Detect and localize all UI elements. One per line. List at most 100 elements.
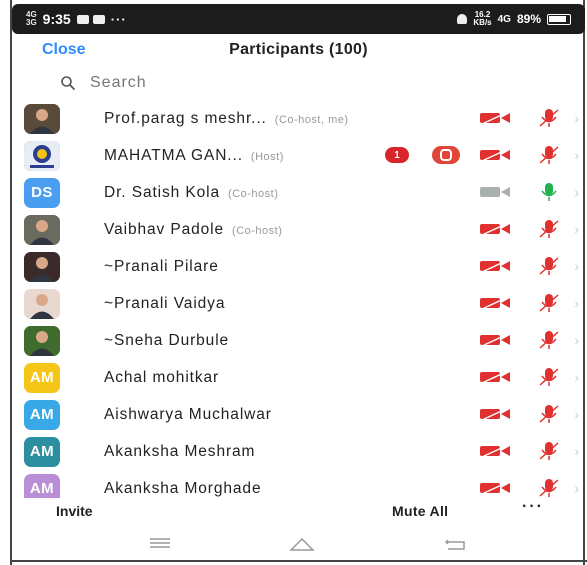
chevron-right-icon[interactable]: › [574, 258, 579, 274]
participant-name: Vaibhav Padole [104, 220, 225, 238]
participant-row[interactable]: AM Akanksha Morghade › [12, 470, 585, 498]
status-right: 16.2 KB/s 4G 89% [457, 11, 571, 27]
chevron-right-icon[interactable]: › [574, 221, 579, 237]
chevron-right-icon[interactable]: › [574, 332, 579, 348]
participant-list: Prof.parag s meshr... (Co-host, me) › MAHAT… [12, 100, 585, 498]
participant-row[interactable]: MAHATMA GAN... (Host) 1 › [12, 137, 585, 174]
video-off-icon [478, 295, 514, 316]
frame-edge [10, 560, 587, 562]
avatar: AM [24, 473, 60, 498]
chevron-right-icon[interactable]: › [574, 184, 579, 200]
status-bar: 4G 3G 9:35 ··· 16.2 KB/s 4G 89% [12, 4, 585, 34]
participant-row[interactable]: Prof.parag s meshr... (Co-host, me) › [12, 100, 585, 137]
chevron-right-icon[interactable]: › [574, 369, 579, 385]
mic-muted-icon[interactable] [536, 403, 562, 430]
participant-role: (Co-host) [232, 224, 283, 237]
profile-photo [24, 251, 60, 282]
message-icon [92, 14, 105, 24]
mic-muted-icon[interactable] [536, 218, 562, 245]
chevron-right-icon[interactable]: › [574, 110, 579, 126]
participant-name: Akanksha Morghade [104, 479, 262, 497]
participant-info: Dr. Satish Kola (Co-host) [104, 184, 455, 202]
battery-percent: 89% [516, 12, 541, 26]
avatar: AM [24, 436, 60, 467]
video-off-icon [478, 110, 514, 131]
participant-info: Vaibhav Padole (Co-host) [104, 221, 455, 239]
phone-screen: 4G 3G 9:35 ··· 16.2 KB/s 4G 89% Close Pa… [0, 0, 587, 565]
participant-name: Achal mohitkar [104, 368, 220, 386]
participant-row[interactable]: Vaibhav Padole (Co-host) › [12, 211, 585, 248]
search-icon [61, 76, 75, 90]
chevron-right-icon[interactable]: › [574, 295, 579, 311]
back-icon[interactable] [442, 536, 468, 557]
participant-row[interactable]: AM Akanksha Meshram › [12, 433, 585, 470]
participants-header: Close Participants (100) [12, 36, 585, 66]
clock: 9:35 [42, 11, 71, 27]
participant-row[interactable]: DS Dr. Satish Kola (Co-host) › [12, 174, 585, 211]
institution-logo [24, 140, 60, 171]
participant-role: (Co-host, me) [274, 113, 349, 126]
mic-muted-icon[interactable] [536, 440, 562, 467]
profile-photo [24, 288, 60, 319]
participant-row[interactable]: AM Aishwarya Muchalwar › [12, 396, 585, 433]
mic-muted-icon[interactable] [536, 255, 562, 282]
participant-info: ~Pranali Pilare [104, 258, 455, 276]
video-off-icon [478, 443, 514, 464]
participant-info: Aishwarya Muchalwar [104, 406, 455, 424]
mic-on-icon[interactable] [536, 181, 562, 208]
chevron-right-icon[interactable]: › [574, 480, 579, 496]
participant-info: Akanksha Morghade [104, 480, 455, 498]
invite-button[interactable]: Invite [56, 503, 93, 519]
avatar-initials: AM [29, 480, 55, 497]
video-off-icon [478, 221, 514, 242]
participant-row[interactable]: ~Pranali Vaidya › [12, 285, 585, 322]
avatar [24, 214, 60, 245]
menu-icon[interactable] [148, 536, 172, 555]
video-on-icon [478, 184, 514, 205]
avatar: AM [24, 399, 60, 430]
video-off-icon [478, 258, 514, 279]
avatar [24, 288, 60, 319]
avatar-initials: AM [29, 406, 55, 423]
mic-muted-icon[interactable] [536, 366, 562, 393]
search-input[interactable] [90, 74, 490, 92]
video-off-icon [478, 332, 514, 353]
participant-row[interactable]: ~Pranali Pilare › [12, 248, 585, 285]
avatar [24, 251, 60, 282]
profile-photo [24, 103, 60, 134]
mic-muted-icon[interactable] [536, 107, 562, 134]
participant-row[interactable]: ~Sneha Durbule › [12, 322, 585, 359]
participant-info: Prof.parag s meshr... (Co-host, me) [104, 110, 455, 128]
chevron-right-icon[interactable]: › [574, 147, 579, 163]
participant-row[interactable]: AM Achal mohitkar › [12, 359, 585, 396]
mute-all-button[interactable]: Mute All [392, 503, 448, 519]
mic-muted-icon[interactable] [536, 292, 562, 319]
video-off-icon [478, 147, 514, 168]
mic-muted-icon[interactable] [536, 329, 562, 356]
avatar: AM [24, 362, 60, 393]
mic-muted-icon[interactable] [536, 144, 562, 171]
data-speed: 16.2 KB/s [473, 11, 491, 27]
data-speed-unit: KB/s [473, 18, 492, 27]
avatar [24, 325, 60, 356]
avatar [24, 103, 60, 134]
home-icon[interactable] [288, 536, 316, 557]
participant-name: Akanksha Meshram [104, 442, 256, 460]
participant-name: Aishwarya Muchalwar [104, 405, 272, 423]
signal-type: 4G [497, 13, 511, 25]
more-notifications: ··· [110, 11, 127, 27]
chevron-right-icon[interactable]: › [574, 443, 579, 459]
participant-info: Akanksha Meshram [104, 443, 455, 461]
alarm-icon [457, 14, 468, 24]
video-off-icon [478, 480, 514, 498]
search-bar[interactable] [12, 68, 585, 98]
mic-muted-icon[interactable] [536, 477, 562, 498]
participant-role: (Host) [250, 150, 284, 163]
chevron-right-icon[interactable]: › [574, 406, 579, 422]
more-options-button[interactable]: ··· [522, 498, 544, 516]
chat-count-badge: 1 [385, 147, 409, 163]
avatar-initials: AM [29, 443, 55, 460]
participant-name: Dr. Satish Kola [104, 183, 221, 201]
participant-info: ~Pranali Vaidya [104, 295, 455, 313]
video-off-icon [478, 406, 514, 427]
